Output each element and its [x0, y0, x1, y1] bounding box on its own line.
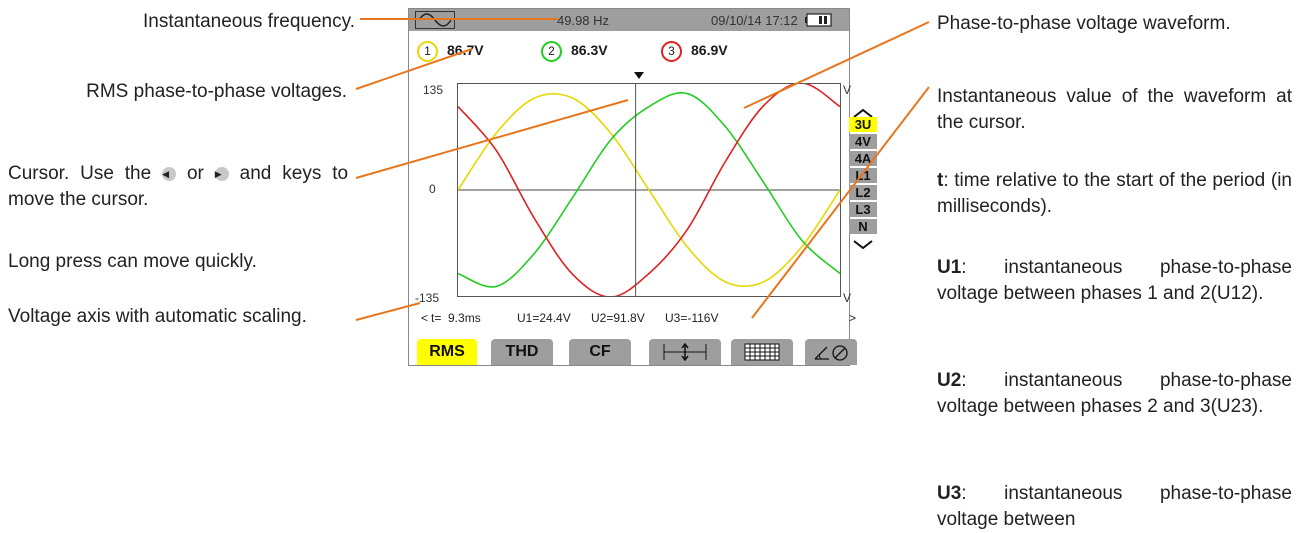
rms-readouts: 1 86.7V 2 86.3V 3 86.9V: [417, 41, 837, 63]
annotation-u1-desc: : instantaneous phase-to-phase voltage b…: [937, 257, 1292, 304]
y-axis-min: -135: [415, 291, 440, 305]
datetime-readout: 09/10/14 17:12: [711, 13, 798, 28]
y-unit-top: V: [843, 83, 852, 97]
readout-t: t= 9.3ms: [431, 311, 481, 325]
rms-softkey[interactable]: RMS: [417, 339, 477, 365]
annotation-inst-value: Instantaneous value of the waveform at t…: [937, 86, 1292, 133]
side-button-4a[interactable]: 4A: [849, 151, 877, 166]
readout-right-arrow[interactable]: >: [849, 311, 856, 325]
side-button-4v[interactable]: 4V: [849, 134, 877, 149]
side-button-n[interactable]: N: [849, 219, 877, 234]
annotation-waveform: Phase-to-phase voltage waveform.: [937, 13, 1231, 34]
status-bar: 49.98 Hz 09/10/14 17:12: [409, 9, 849, 31]
annotation-u3-term: U3: [937, 483, 962, 504]
annotation-voltage-axis: Voltage axis with automatic scaling.: [8, 306, 307, 327]
phase-1-rms: 86.7V: [447, 42, 484, 58]
side-button-l3[interactable]: L3: [849, 202, 877, 217]
scroll-down-icon[interactable]: [852, 237, 874, 250]
annotation-cursor-text: Cursor. Use the: [8, 163, 152, 184]
waveform-svg: [458, 84, 840, 296]
annotation-u1: U1: instantaneous phase-to-phase voltage…: [937, 255, 1292, 307]
annotation-t-desc: : time relative to the start of the peri…: [937, 170, 1292, 217]
harmonics-table-icon: [744, 343, 780, 361]
side-button-l1[interactable]: L1: [849, 168, 877, 183]
device-screen: 49.98 Hz 09/10/14 17:12 1 86.7V 2 86.3V …: [408, 8, 877, 366]
scale-softkey[interactable]: [649, 339, 721, 365]
phase-3-circle: 3: [661, 41, 682, 62]
annotation-u1-term: U1: [937, 257, 962, 278]
y-axis-zero: 0: [429, 182, 436, 196]
side-button-l2[interactable]: L2: [849, 185, 877, 200]
harmonics-table-softkey[interactable]: [731, 339, 793, 365]
phase-1-circle: 1: [417, 41, 438, 62]
annotation-t: t: time relative to the start of the per…: [937, 168, 1292, 220]
right-arrow-key-icon: ▶: [214, 166, 229, 181]
annotation-u2-desc: : instantaneous phase-to-phase voltage b…: [937, 370, 1292, 417]
frequency-readout: 49.98 Hz: [557, 13, 610, 28]
left-arrow-key-icon: ◀: [162, 166, 177, 181]
waveform-plot: [457, 83, 841, 297]
waveform-icon: [415, 11, 455, 29]
scroll-up-icon[interactable]: [852, 105, 874, 118]
phasor-softkey[interactable]: [805, 339, 857, 365]
phase-2-rms: 86.3V: [571, 42, 608, 58]
phasor-icon: [814, 345, 848, 361]
battery-icon: [805, 13, 832, 27]
side-button-3u[interactable]: 3U: [849, 117, 877, 132]
readout-u2: U2=91.8V: [591, 311, 645, 325]
y-axis-max: 135: [423, 83, 444, 97]
phase-2-circle: 2: [541, 41, 562, 62]
annotation-cursor: Cursor. Use the ◀ or ▶ and keys to move …: [8, 161, 348, 213]
readout-u3: U3=-116V: [665, 311, 719, 325]
annotation-u2-term: U2: [937, 370, 962, 391]
annotation-u3: U3: instantaneous phase-to-phase voltage…: [937, 481, 1292, 533]
readout-u1: U1=24.4V: [517, 311, 571, 325]
annotation-u2: U2: instantaneous phase-to-phase voltage…: [937, 368, 1292, 420]
readout-left-arrow[interactable]: <: [421, 311, 428, 325]
y-unit-bottom: V: [843, 291, 852, 305]
scale-icon: [663, 342, 707, 362]
annotation-u3-desc: : instantaneous phase-to-phase voltage b…: [937, 483, 1292, 530]
cursor-marker-icon: [634, 72, 644, 79]
annotation-instantaneous-frequency: Instantaneous frequency.: [143, 11, 355, 32]
annotation-cursor-and: and: [239, 163, 272, 184]
annotation-rms-voltages: RMS phase-to-phase voltages.: [86, 81, 347, 102]
annotation-cursor-or: or: [186, 163, 204, 184]
phase-3-rms: 86.9V: [691, 42, 728, 58]
cf-softkey[interactable]: CF: [569, 339, 631, 365]
thd-softkey[interactable]: THD: [491, 339, 553, 365]
annotation-long-press: Long press can move quickly.: [8, 251, 257, 272]
